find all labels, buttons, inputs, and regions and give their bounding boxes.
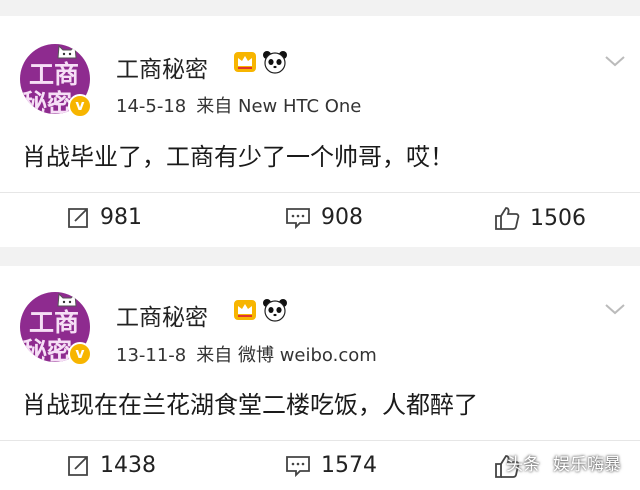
- avatar-text-bottom: 秘密: [22, 337, 73, 362]
- verified-badge-icon: v: [68, 94, 92, 118]
- post-content: 肖战毕业了，工商有少了一个帅哥，哎！: [22, 143, 454, 171]
- panda-icon: [263, 299, 287, 322]
- comment-icon: [286, 207, 310, 229]
- author-name[interactable]: 工商秘密: [116, 298, 208, 332]
- comment-count: 908: [321, 205, 363, 230]
- like-button[interactable]: 1506: [494, 205, 586, 231]
- post-meta: 14-5-18 来自 New HTC One: [116, 92, 361, 118]
- verified-badge-icon: v: [68, 342, 92, 366]
- like-count: 1506: [530, 205, 586, 231]
- divider: [0, 192, 640, 193]
- comment-button[interactable]: 1574: [285, 453, 377, 478]
- crown-badge-icon: [234, 52, 256, 72]
- watermark-separator: [546, 454, 547, 471]
- post-date: 13-11-8: [116, 345, 187, 366]
- repost-icon: [68, 207, 88, 228]
- panda-icon: [263, 51, 287, 74]
- post-content: 肖战现在在兰花湖食堂二楼吃饭，人都醉了: [22, 391, 478, 419]
- comment-count: 1574: [321, 453, 377, 478]
- repost-count: 981: [100, 205, 142, 230]
- avatar-text-bottom: 秘密: [22, 89, 73, 114]
- divider: [0, 440, 640, 441]
- watermark-right: 娱乐嗨暴: [553, 455, 621, 475]
- repost-button[interactable]: 981: [66, 205, 142, 230]
- watermark-left: 头条: [506, 455, 540, 475]
- like-icon: [495, 207, 520, 230]
- repost-button[interactable]: 1438: [66, 453, 156, 478]
- comment-icon: [286, 455, 310, 477]
- comment-button[interactable]: 908: [285, 205, 363, 230]
- chevron-down-icon[interactable]: [604, 302, 626, 316]
- author-name[interactable]: 工商秘密: [116, 50, 208, 84]
- post-meta: 13-11-8 来自 微博 weibo.com: [116, 341, 377, 367]
- repost-icon: [68, 455, 88, 476]
- chevron-down-icon[interactable]: [604, 54, 626, 68]
- watermark: 头条 娱乐嗨暴: [506, 450, 621, 475]
- repost-count: 1438: [100, 453, 156, 478]
- post-source: 来自 微博 weibo.com: [196, 345, 377, 366]
- post-source: 来自 New HTC One: [196, 96, 362, 117]
- crown-badge-icon: [234, 300, 256, 320]
- weibo-post-1: 工商 秘密 v 工商秘密 14-5-18 来自 New HTC One 肖战毕业了…: [0, 16, 640, 247]
- post-date: 14-5-18: [116, 96, 187, 117]
